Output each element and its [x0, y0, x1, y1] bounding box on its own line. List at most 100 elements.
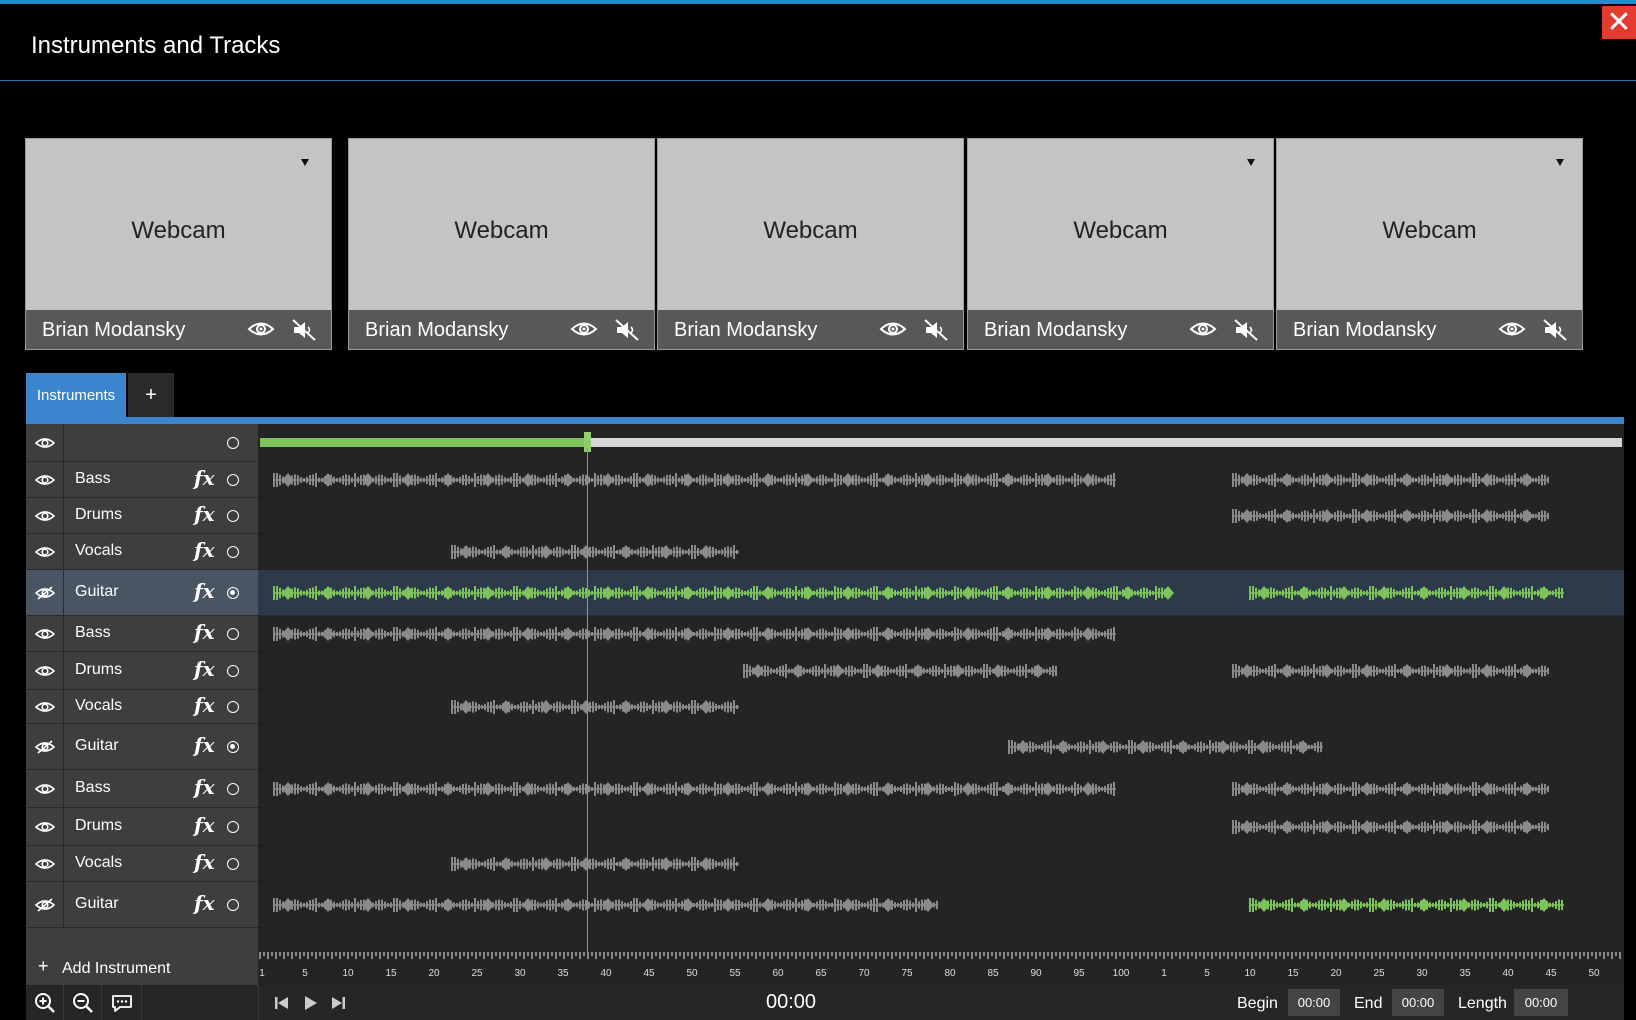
audio-clip[interactable] [1249, 898, 1564, 912]
track-row[interactable]: Drums fx [26, 652, 258, 690]
webcam-tile[interactable]: Webcam Brian Modansky [657, 138, 964, 350]
fx-button[interactable]: fx [194, 775, 215, 799]
add-instrument-button[interactable]: + Add Instrument [26, 952, 258, 985]
time-ruler[interactable]: 1 5 10 15 20 25 30 35 40 45 50 55 60 65 70 75 80 85 90 95 10… [258, 952, 1624, 985]
fx-button[interactable]: fx [194, 466, 215, 490]
track-visibility-toggle[interactable] [26, 462, 64, 497]
fx-button[interactable]: fx [194, 657, 215, 681]
fx-button[interactable]: fx [194, 538, 215, 562]
master-record-radio[interactable] [227, 437, 239, 449]
eye-icon[interactable] [879, 319, 907, 339]
dropdown-caret-icon[interactable] [1556, 159, 1564, 166]
fx-button[interactable]: fx [194, 620, 215, 644]
zoom-out-button[interactable] [64, 985, 102, 1020]
track-row[interactable]: Drums fx [26, 808, 258, 846]
audio-clip[interactable] [273, 782, 1116, 796]
eye-icon[interactable] [247, 319, 275, 339]
fx-button[interactable]: fx [194, 733, 215, 757]
audio-clip[interactable] [743, 664, 1057, 678]
audio-clip[interactable] [1232, 820, 1549, 834]
webcam-tile[interactable]: Webcam Brian Modansky [25, 138, 332, 350]
skip-forward-button[interactable] [328, 993, 348, 1013]
tab-instruments[interactable]: Instruments [26, 373, 126, 417]
audio-clip[interactable] [451, 700, 739, 714]
timeline-canvas[interactable] [258, 424, 1624, 952]
audio-clip[interactable] [273, 473, 1116, 487]
track-visibility-toggle[interactable] [26, 498, 64, 533]
play-button[interactable] [300, 993, 320, 1013]
track-visibility-toggle[interactable] [26, 724, 64, 769]
fx-button[interactable]: fx [194, 891, 215, 915]
mute-icon[interactable] [1233, 318, 1259, 342]
track-visibility-toggle[interactable] [26, 534, 64, 569]
track-row[interactable]: Drums fx [26, 498, 258, 534]
track-record-radio[interactable] [227, 510, 239, 522]
track-record-radio[interactable] [227, 628, 239, 640]
end-field[interactable] [1392, 989, 1444, 1016]
zoom-in-button[interactable] [26, 985, 64, 1020]
track-row[interactable]: Vocals fx [26, 534, 258, 570]
eye-icon[interactable] [570, 319, 598, 339]
webcam-tile[interactable]: Webcam Brian Modansky [1276, 138, 1583, 350]
mute-icon[interactable] [614, 318, 640, 342]
track-visibility-toggle[interactable] [26, 652, 64, 689]
track-visibility-toggle[interactable] [26, 808, 64, 845]
audio-clip[interactable] [1232, 509, 1549, 523]
audio-clip[interactable] [273, 627, 1116, 641]
master-visibility-toggle[interactable] [26, 424, 64, 461]
audio-clip[interactable] [1008, 740, 1323, 754]
track-row[interactable]: Guitar fx [26, 570, 258, 616]
audio-clip[interactable] [1232, 664, 1549, 678]
track-record-radio[interactable] [227, 858, 239, 870]
dropdown-caret-icon[interactable] [301, 159, 309, 166]
fx-button[interactable]: fx [194, 502, 215, 526]
audio-clip[interactable] [1232, 782, 1549, 796]
track-record-radio[interactable] [227, 821, 239, 833]
track-visibility-toggle[interactable] [26, 770, 64, 807]
audio-clip[interactable] [273, 898, 938, 912]
track-record-radio[interactable] [227, 546, 239, 558]
fx-button[interactable]: fx [194, 693, 215, 717]
track-record-radio[interactable] [227, 474, 239, 486]
fx-button[interactable]: fx [194, 813, 215, 837]
close-button[interactable]: ✕ [1602, 6, 1636, 39]
track-row[interactable]: Bass fx [26, 462, 258, 498]
track-record-radio[interactable] [227, 899, 239, 911]
participant-name: Brian Modansky [1293, 319, 1437, 341]
eye-icon[interactable] [1189, 319, 1217, 339]
begin-field[interactable] [1288, 989, 1340, 1016]
mute-icon[interactable] [1542, 318, 1568, 342]
track-visibility-toggle[interactable] [26, 882, 64, 927]
track-visibility-toggle[interactable] [26, 690, 64, 723]
track-row[interactable]: Bass fx [26, 770, 258, 808]
mute-icon[interactable] [291, 318, 317, 342]
audio-clip[interactable] [451, 545, 739, 559]
track-row[interactable]: Guitar fx [26, 882, 258, 928]
webcam-tile[interactable]: Webcam Brian Modansky [967, 138, 1274, 350]
track-row[interactable]: Bass fx [26, 616, 258, 652]
track-row[interactable]: Guitar fx [26, 724, 258, 770]
track-record-radio[interactable] [227, 783, 239, 795]
add-tab-button[interactable]: + [128, 373, 174, 417]
track-record-radio[interactable] [227, 701, 239, 713]
skip-back-button[interactable] [272, 993, 292, 1013]
track-record-radio[interactable] [227, 741, 239, 753]
dropdown-caret-icon[interactable] [1247, 159, 1255, 166]
length-field[interactable] [1514, 989, 1568, 1016]
comment-button[interactable] [102, 985, 142, 1020]
webcam-tile[interactable]: Webcam Brian Modansky [348, 138, 655, 350]
track-visibility-toggle[interactable] [26, 616, 64, 651]
track-row[interactable]: Vocals fx [26, 690, 258, 724]
timeline-lanes[interactable] [258, 424, 1624, 952]
track-row[interactable]: Vocals fx [26, 846, 258, 882]
track-visibility-toggle[interactable] [26, 846, 64, 881]
track-record-radio[interactable] [227, 587, 239, 599]
track-record-radio[interactable] [227, 665, 239, 677]
audio-clip[interactable] [1232, 473, 1549, 487]
track-visibility-toggle[interactable] [26, 570, 64, 615]
fx-button[interactable]: fx [194, 850, 215, 874]
audio-clip[interactable] [451, 857, 739, 871]
eye-icon[interactable] [1498, 319, 1526, 339]
mute-icon[interactable] [923, 318, 949, 342]
fx-button[interactable]: fx [194, 579, 215, 603]
